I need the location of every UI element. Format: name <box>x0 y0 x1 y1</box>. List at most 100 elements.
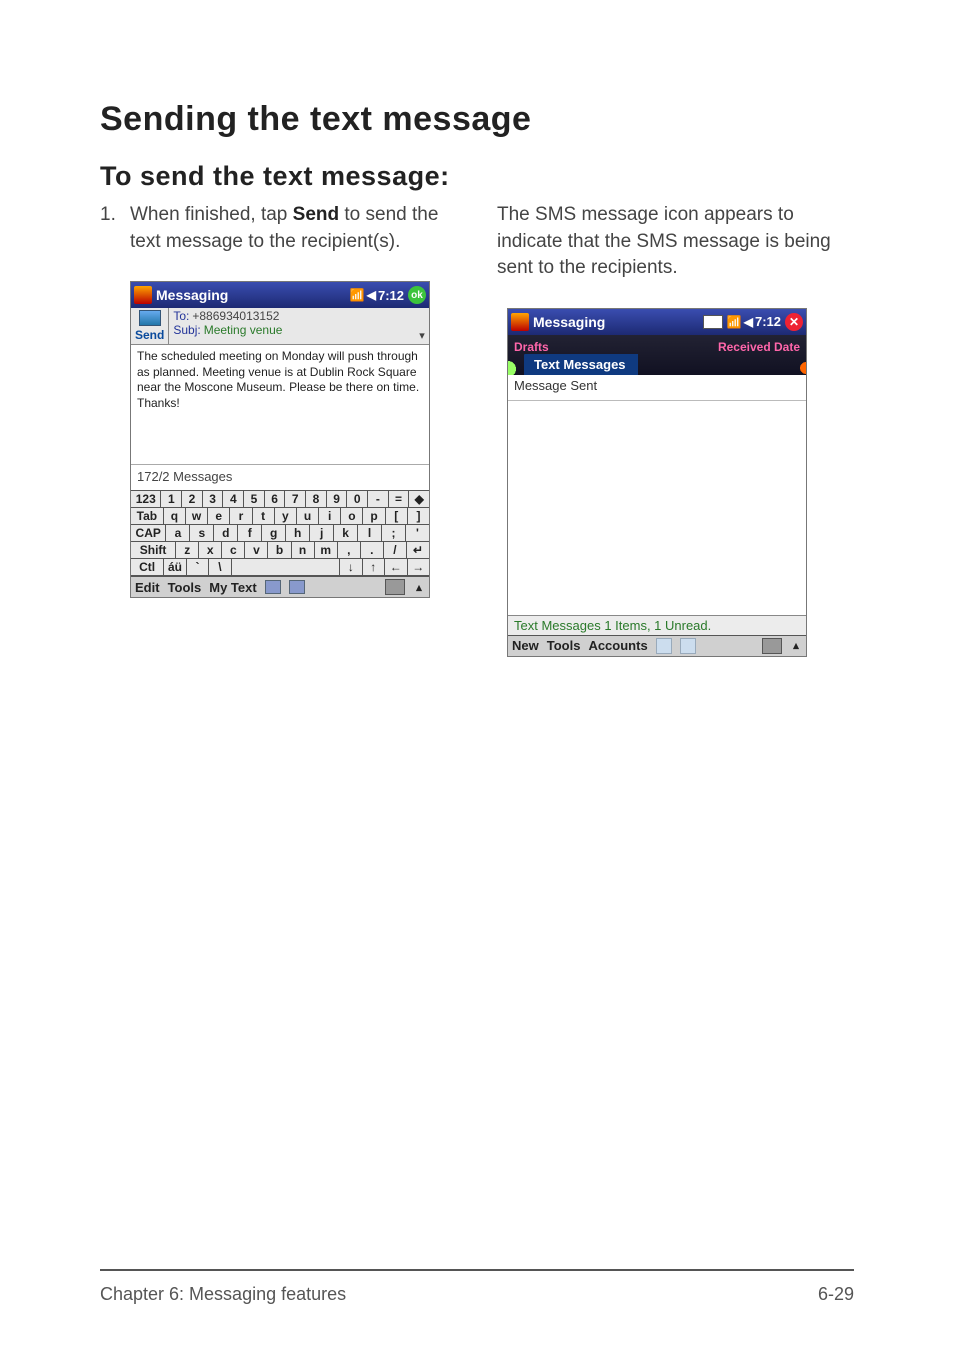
key-n[interactable]: n <box>292 542 315 558</box>
record-icon[interactable] <box>289 580 305 594</box>
expand-chevron-icon[interactable]: ▾ <box>415 308 429 344</box>
key-l[interactable]: l <box>358 525 382 541</box>
menu-edit[interactable]: Edit <box>135 580 160 595</box>
key-v[interactable]: v <box>245 542 268 558</box>
key-r[interactable]: r <box>230 508 252 524</box>
attach-icon[interactable] <box>265 580 281 594</box>
key-b[interactable]: b <box>268 542 291 558</box>
folder-drafts-label[interactable]: Drafts <box>514 340 549 354</box>
key-enter[interactable]: ↵ <box>407 542 429 558</box>
folder-tab[interactable]: Text Messages <box>524 354 638 375</box>
key-apostrophe[interactable]: ' <box>406 525 429 541</box>
key-s[interactable]: s <box>190 525 214 541</box>
key-equals[interactable]: = <box>389 491 410 507</box>
key-0[interactable]: 0 <box>347 491 368 507</box>
key-x[interactable]: x <box>199 542 222 558</box>
key-right[interactable]: → <box>408 559 429 575</box>
key-7[interactable]: 7 <box>285 491 306 507</box>
screenshot-inbox: Messaging 📶 ◀ 7:12 ✕ Drafts Received Dat… <box>507 308 807 657</box>
sms-status-icon <box>703 315 723 329</box>
key-6[interactable]: 6 <box>265 491 286 507</box>
key-accent[interactable]: áü <box>164 559 186 575</box>
sip-arrow-icon-2[interactable]: ▴ <box>790 639 802 652</box>
key-9[interactable]: 9 <box>327 491 348 507</box>
list-item[interactable]: Message Sent <box>508 375 806 396</box>
key-semicolon[interactable]: ; <box>382 525 406 541</box>
key-lbracket[interactable]: [ <box>386 508 408 524</box>
app-icon <box>134 286 152 304</box>
key-y[interactable]: y <box>275 508 297 524</box>
key-k[interactable]: k <box>334 525 358 541</box>
menu-tools-2[interactable]: Tools <box>547 638 581 653</box>
sip-arrow-icon[interactable]: ▴ <box>413 581 425 594</box>
key-4[interactable]: 4 <box>223 491 244 507</box>
right-paragraph: The SMS message icon appears to indicate… <box>497 202 854 282</box>
app-icon-2 <box>511 313 529 331</box>
key-2[interactable]: 2 <box>182 491 203 507</box>
key-3[interactable]: 3 <box>203 491 224 507</box>
key-backtick[interactable]: ` <box>187 559 209 575</box>
key-z[interactable]: z <box>176 542 199 558</box>
window-titlebar-2: Messaging 📶 ◀ 7:12 ✕ <box>508 309 806 335</box>
key-i[interactable]: i <box>319 508 341 524</box>
sendrecv-icon[interactable] <box>680 638 696 654</box>
step-text: When finished, tap Send to send the text… <box>130 202 457 255</box>
key-tab[interactable]: Tab <box>131 508 164 524</box>
key-comma[interactable]: , <box>338 542 361 558</box>
to-value[interactable]: +886934013152 <box>192 309 279 323</box>
key-j[interactable]: j <box>310 525 334 541</box>
right-arc-decor <box>796 353 806 375</box>
menu-tools[interactable]: Tools <box>168 580 202 595</box>
soft-keyboard[interactable]: 123 1 2 3 4 5 6 7 8 9 0 - = ◆ <box>131 491 429 576</box>
key-e[interactable]: e <box>208 508 230 524</box>
key-g[interactable]: g <box>262 525 286 541</box>
menu-new[interactable]: New <box>512 638 539 653</box>
connect-icon[interactable] <box>656 638 672 654</box>
window-title-2: Messaging <box>533 314 703 330</box>
key-o[interactable]: o <box>341 508 363 524</box>
sort-label[interactable]: Received Date <box>718 340 800 354</box>
section-title: To send the text message: <box>100 161 854 192</box>
key-c[interactable]: c <box>222 542 245 558</box>
send-button[interactable]: Send <box>135 328 164 342</box>
page-title: Sending the text message <box>100 100 854 139</box>
key-h[interactable]: h <box>286 525 310 541</box>
key-u[interactable]: u <box>297 508 319 524</box>
key-up[interactable]: ↑ <box>363 559 385 575</box>
close-button[interactable]: ✕ <box>785 313 803 331</box>
key-backslash[interactable]: \ <box>209 559 231 575</box>
menu-mytext[interactable]: My Text <box>209 580 256 595</box>
key-m[interactable]: m <box>315 542 338 558</box>
key-slash[interactable]: / <box>384 542 407 558</box>
key-d[interactable]: d <box>214 525 238 541</box>
key-w[interactable]: w <box>186 508 208 524</box>
key-space[interactable] <box>232 559 340 575</box>
key-5[interactable]: 5 <box>244 491 265 507</box>
key-t[interactable]: t <box>253 508 275 524</box>
folder-banner: Drafts Received Date Text Messages <box>508 335 806 375</box>
key-8[interactable]: 8 <box>306 491 327 507</box>
key-q[interactable]: q <box>164 508 186 524</box>
key-period[interactable]: . <box>361 542 384 558</box>
ok-button[interactable]: ok <box>408 286 426 304</box>
key-ctl[interactable]: Ctl <box>131 559 164 575</box>
key-1[interactable]: 1 <box>161 491 182 507</box>
keyboard-toggle-icon[interactable] <box>385 579 405 595</box>
key-minus[interactable]: - <box>368 491 389 507</box>
key-123[interactable]: 123 <box>131 491 161 507</box>
key-backspace[interactable]: ◆ <box>409 491 429 507</box>
key-p[interactable]: p <box>363 508 385 524</box>
status-line: Text Messages 1 Items, 1 Unread. <box>508 615 806 635</box>
subj-value[interactable]: Meeting venue <box>204 323 283 337</box>
message-body[interactable]: The scheduled meeting on Monday will pus… <box>131 345 429 465</box>
key-f[interactable]: f <box>238 525 262 541</box>
key-left[interactable]: ← <box>385 559 407 575</box>
menu-accounts[interactable]: Accounts <box>588 638 647 653</box>
clock-label-2: 7:12 <box>755 314 781 329</box>
key-cap[interactable]: CAP <box>131 525 166 541</box>
key-a[interactable]: a <box>166 525 190 541</box>
key-rbracket[interactable]: ] <box>408 508 429 524</box>
key-down[interactable]: ↓ <box>340 559 362 575</box>
key-shift[interactable]: Shift <box>131 542 176 558</box>
keyboard-toggle-icon-2[interactable] <box>762 638 782 654</box>
